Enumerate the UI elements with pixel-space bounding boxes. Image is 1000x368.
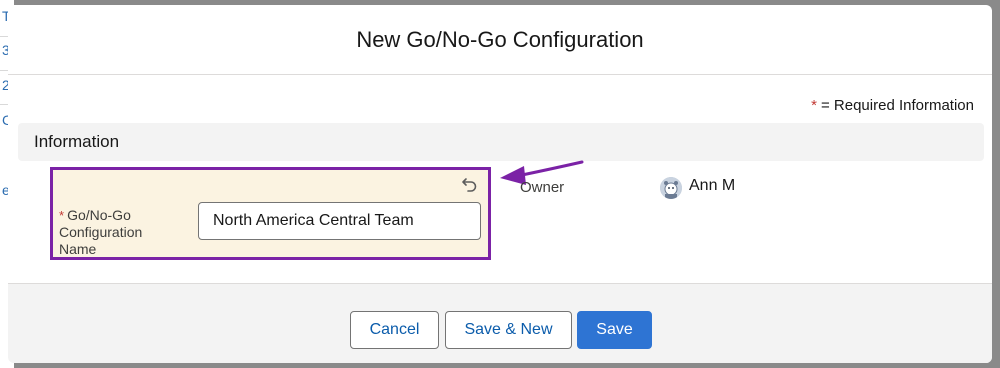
undo-icon[interactable]	[460, 174, 480, 194]
label-line-3: Name	[59, 241, 97, 257]
modal-header: New Go/No-Go Configuration	[8, 5, 992, 75]
user-avatar-icon	[660, 177, 682, 199]
label-line-2: Configuration	[59, 224, 143, 240]
required-information-note: * = Required Information	[811, 97, 974, 114]
label-line-1: Go/No-Go	[67, 207, 131, 223]
required-information-text: = Required Information	[820, 97, 974, 114]
owner-label: Owner	[520, 179, 565, 196]
owner-name-link[interactable]: Ann M	[689, 177, 735, 195]
configuration-name-field-container: * Go/No-Go Configuration Name	[50, 167, 491, 260]
new-configuration-modal: New Go/No-Go Configuration * = Required I…	[8, 5, 992, 363]
cancel-button[interactable]: Cancel	[350, 311, 439, 349]
save-button[interactable]: Save	[577, 311, 652, 349]
save-and-new-button[interactable]: Save & New	[445, 311, 572, 349]
modal-footer: Cancel Save & New Save	[8, 283, 992, 363]
configuration-name-label: * Go/No-Go Configuration Name	[59, 207, 189, 258]
configuration-name-input[interactable]	[198, 202, 481, 240]
section-title: Information	[34, 132, 120, 151]
required-star: *	[811, 97, 817, 114]
required-star: *	[59, 208, 65, 223]
modal-title: New Go/No-Go Configuration	[356, 26, 644, 52]
